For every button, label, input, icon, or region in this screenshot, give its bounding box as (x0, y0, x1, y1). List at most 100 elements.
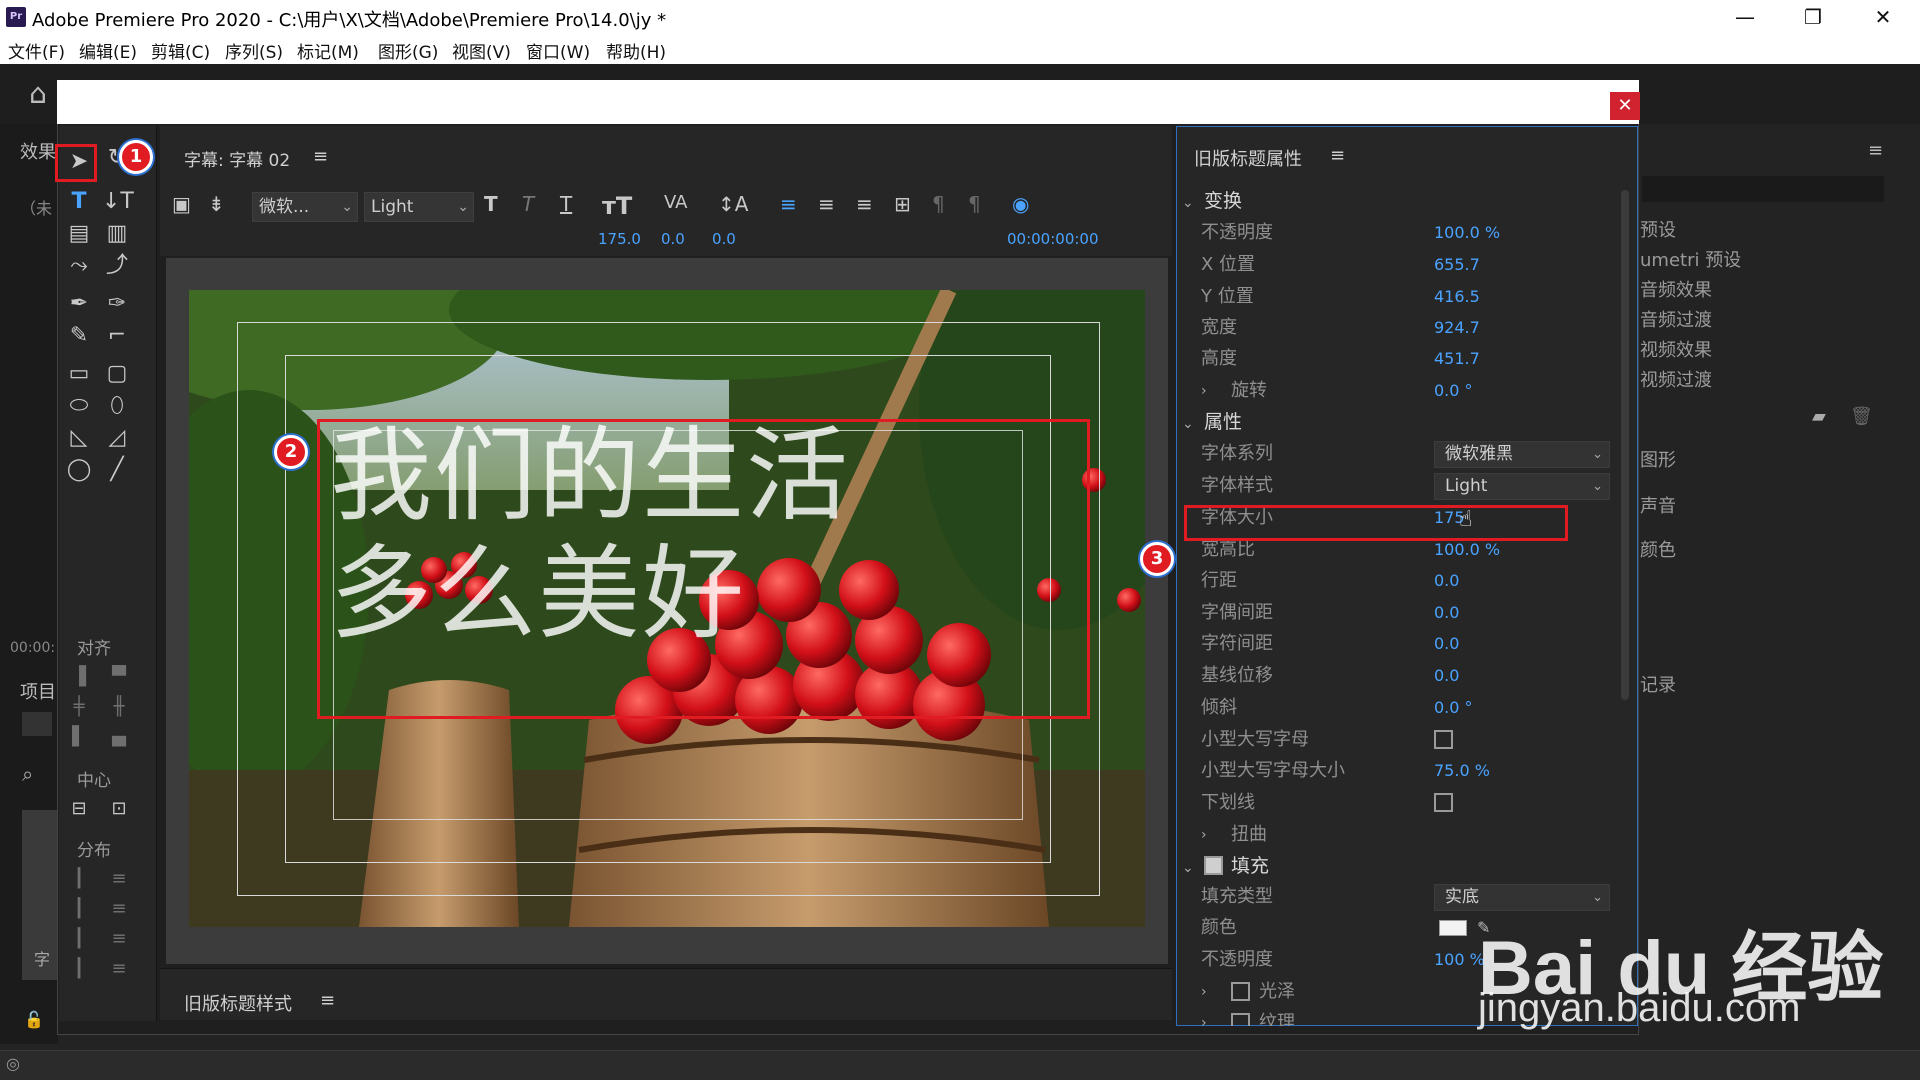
distribute-icon[interactable]: ┃ (64, 896, 94, 922)
sheen-checkbox[interactable] (1231, 982, 1250, 1001)
list-item[interactable]: 声音 (1640, 492, 1676, 518)
roll-crawl-options-icon[interactable]: ▣ (172, 192, 191, 216)
right-panel-menu-icon[interactable]: ≡ (1868, 140, 1883, 161)
prop-value[interactable]: 0.0 ° (1434, 693, 1473, 723)
lock-icon[interactable]: 🔓 (24, 1010, 44, 1029)
align-bottom-icon[interactable]: ▄ (104, 724, 134, 750)
right-search-input[interactable] (1642, 176, 1884, 202)
ellipse-tool-icon[interactable]: ◯ (64, 456, 94, 484)
add-anchor-tool-icon[interactable]: ✎ (64, 322, 94, 350)
center-horizontal-icon[interactable]: ⊟ (64, 796, 94, 822)
font-size-value[interactable]: 175.0 (598, 230, 641, 248)
project-tab[interactable]: 项目 (20, 678, 56, 704)
rectangle-tool-icon[interactable]: ▭ (64, 360, 94, 388)
menu-sequence[interactable]: 序列(S) (225, 38, 283, 63)
menu-view[interactable]: 视图(V) (452, 38, 511, 63)
trash-icon[interactable]: 🗑 (1850, 406, 1873, 427)
rounded-rectangle-tool-icon[interactable]: ▢ (102, 360, 132, 388)
effects-search[interactable]: （未 (20, 195, 52, 219)
prop-value[interactable]: 655.7 (1434, 250, 1480, 280)
clipped-corner-tool-icon[interactable]: ⬭ (64, 392, 94, 420)
prop-value[interactable]: 416.5 (1434, 282, 1480, 312)
list-item[interactable]: 颜色 (1640, 536, 1676, 562)
list-item[interactable]: 视频效果 (1640, 336, 1712, 362)
menu-file[interactable]: 文件(F) (8, 38, 65, 63)
distribute-icon[interactable]: ≡ (104, 896, 134, 922)
vertical-area-type-tool-icon[interactable]: ▥ (102, 220, 132, 248)
center-vertical-icon[interactable]: ⊡ (104, 796, 134, 822)
home-icon[interactable]: ⌂ (22, 80, 54, 108)
list-item[interactable]: 预设 (1640, 216, 1676, 242)
prop-value[interactable]: 0.0 (1434, 629, 1459, 659)
distribute-icon[interactable]: ≡ (104, 956, 134, 982)
prop-value[interactable]: 0.0 ° (1434, 376, 1473, 406)
distribute-icon[interactable]: ≡ (104, 866, 134, 892)
prop-value[interactable]: 100.0 % (1434, 218, 1500, 248)
leading-icon[interactable]: ↕A (718, 192, 748, 216)
align-right-text-icon[interactable]: ≡ (856, 192, 873, 216)
background-timecode[interactable]: 00:00:00:00 (1007, 230, 1099, 248)
tab-stops-icon[interactable]: ⇟ (208, 192, 225, 216)
rtl-icon[interactable]: ¶ (932, 192, 945, 216)
menu-help[interactable]: 帮助(H) (606, 38, 666, 63)
distribute-icon[interactable]: ┃ (64, 866, 94, 892)
kerning-value[interactable]: 0.0 (661, 230, 685, 248)
prop-value[interactable]: 0.0 (1434, 566, 1459, 596)
line-tool-icon[interactable]: ╱ (102, 456, 132, 484)
vertical-type-tool-icon[interactable]: ↓T (102, 188, 134, 216)
vertical-path-type-tool-icon[interactable]: ⤴ (102, 252, 132, 280)
leading-value[interactable]: 0.0 (712, 230, 736, 248)
underline-checkbox[interactable] (1434, 793, 1453, 812)
panel-menu-icon[interactable]: ≡ (313, 146, 328, 167)
path-type-tool-icon[interactable]: ⤳ (64, 252, 94, 280)
align-left-text-icon[interactable]: ≡ (780, 192, 797, 216)
font-family-dropdown[interactable]: 微软雅黑 ⌄ (1434, 441, 1610, 468)
folder-icon[interactable] (22, 712, 52, 736)
maximize-button[interactable]: ❐ (1778, 0, 1848, 34)
show-background-video-icon[interactable]: ◉ (1012, 192, 1029, 216)
distribute-icon[interactable]: ┃ (64, 926, 94, 952)
section-attributes[interactable]: ⌄ 属性 (1182, 407, 1242, 437)
distribute-icon[interactable]: ┃ (64, 956, 94, 982)
font-style-select[interactable]: Light ⌄ (364, 192, 474, 222)
search-icon[interactable]: ⌕ (22, 762, 52, 792)
texture-checkbox[interactable] (1231, 1013, 1250, 1026)
prop-value[interactable]: 924.7 (1434, 313, 1480, 343)
dialog-close-button[interactable]: ✕ (1610, 92, 1640, 120)
menu-window[interactable]: 窗口(W) (526, 38, 590, 63)
font-family-select[interactable]: 微软... ⌄ (252, 192, 358, 222)
fill-color-swatch[interactable] (1439, 920, 1467, 936)
list-item[interactable]: umetri 预设 (1640, 246, 1741, 272)
list-item[interactable]: 图形 (1640, 446, 1676, 472)
arc-tool-icon[interactable]: ◿ (102, 424, 132, 452)
rtl-icon[interactable]: ¶ (968, 192, 981, 216)
menu-clip[interactable]: 剪辑(C) (151, 38, 210, 63)
rounded-corner-tool-icon[interactable]: ⬯ (102, 392, 132, 420)
section-fill[interactable]: ⌄ 填充 (1182, 851, 1269, 881)
properties-menu-icon[interactable]: ≡ (1330, 145, 1345, 166)
prop-value[interactable]: 0.0 (1434, 661, 1459, 691)
prop-rotation[interactable]: › 旋转 0.0 ° (1201, 376, 1621, 406)
properties-scrollbar[interactable] (1621, 190, 1629, 700)
minimize-button[interactable]: — (1710, 0, 1780, 34)
align-right-icon[interactable]: ▌ (64, 724, 94, 750)
menu-graphics[interactable]: 图形(G) (378, 38, 438, 63)
list-item[interactable]: 记录 (1640, 671, 1676, 697)
menu-markers[interactable]: 标记(M) (297, 38, 359, 63)
list-item[interactable]: 音频过渡 (1640, 306, 1712, 332)
bold-icon[interactable]: T (484, 192, 498, 216)
align-vcenter-icon[interactable]: ╫ (104, 694, 134, 720)
delete-anchor-tool-icon[interactable]: ✑ (102, 290, 132, 318)
smallcaps-checkbox[interactable] (1434, 730, 1453, 749)
menu-edit[interactable]: 编辑(E) (79, 38, 137, 63)
underline-icon[interactable]: T (560, 192, 572, 216)
font-style-dropdown[interactable]: Light ⌄ (1434, 473, 1610, 500)
align-center-text-icon[interactable]: ≡ (818, 192, 835, 216)
effects-tab[interactable]: 效果 (20, 138, 56, 164)
italic-icon[interactable]: T (522, 192, 534, 216)
fill-checkbox[interactable] (1204, 856, 1223, 875)
convert-anchor-tool-icon[interactable]: ⌐ (102, 322, 132, 350)
prop-value[interactable]: 0.0 (1434, 598, 1459, 628)
align-hcenter-icon[interactable]: ╪ (64, 694, 94, 720)
pen-tool-icon[interactable]: ✒ (64, 290, 94, 318)
